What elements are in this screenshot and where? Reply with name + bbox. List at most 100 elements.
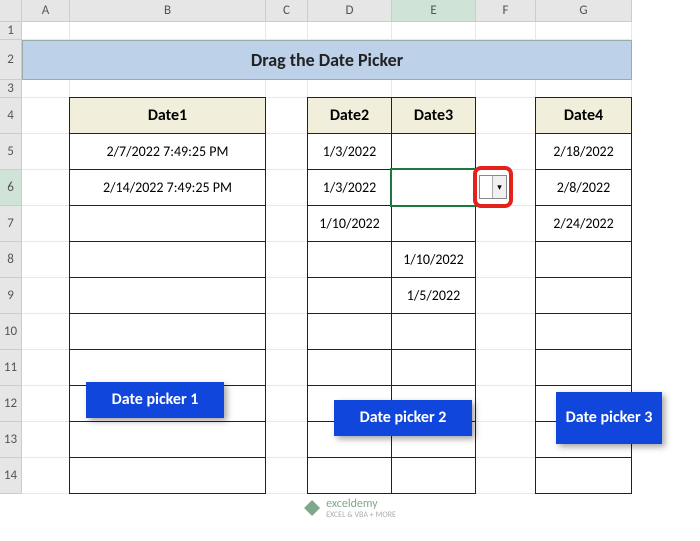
cell-B11[interactable] [69,349,266,386]
cell-F11[interactable] [476,350,536,386]
cell-D11[interactable] [307,349,392,386]
cell-A3[interactable] [22,80,70,98]
cell-C5[interactable] [266,134,308,170]
cell-A10[interactable] [22,314,70,350]
row-header-9[interactable]: 9 [0,278,22,314]
cell-F14[interactable] [476,458,536,494]
cell-F7[interactable] [476,206,536,242]
cell-A6[interactable] [22,170,70,206]
cell-G9[interactable] [535,277,632,314]
header-date1[interactable]: Date1 [69,97,266,134]
cell-A12[interactable] [22,386,70,422]
cell-B14[interactable] [69,457,266,494]
cell-F3[interactable] [476,80,536,98]
cell-A7[interactable] [22,206,70,242]
cell-B10[interactable] [69,313,266,350]
cell-A14[interactable] [22,458,70,494]
cell-B13[interactable] [69,421,266,458]
cell-B9[interactable] [69,277,266,314]
header-date4[interactable]: Date4 [535,97,632,134]
cell-A1[interactable] [22,22,70,40]
cell-E10[interactable] [391,313,476,350]
cell-E8[interactable]: 1/10/2022 [391,241,476,278]
cell-A8[interactable] [22,242,70,278]
cell-E9[interactable]: 1/5/2022 [391,277,476,314]
cell-C9[interactable] [266,278,308,314]
cell-F9[interactable] [476,278,536,314]
cell-C6[interactable] [266,170,308,206]
col-header-A[interactable]: A [22,0,70,22]
col-header-E[interactable]: E [392,0,476,22]
header-date2[interactable]: Date2 [307,97,392,134]
cell-C7[interactable] [266,206,308,242]
row-header-14[interactable]: 14 [0,458,22,494]
cell-E14[interactable] [391,457,476,494]
cell-D9[interactable] [307,277,392,314]
cell-B1[interactable] [70,22,266,40]
row-header-12[interactable]: 12 [0,386,22,422]
date-picker-dropdown-button[interactable]: ▾ [492,176,506,198]
cell-C1[interactable] [266,22,308,40]
cell-B5[interactable]: 2/7/2022 7:49:25 PM [69,133,266,170]
cell-E3[interactable] [392,80,476,98]
cell-F4[interactable] [476,98,536,134]
cell-C4[interactable] [266,98,308,134]
row-header-5[interactable]: 5 [0,134,22,170]
cell-D10[interactable] [307,313,392,350]
header-date3[interactable]: Date3 [391,97,476,134]
cell-F5[interactable] [476,134,536,170]
col-header-G[interactable]: G [536,0,632,22]
cell-E11[interactable] [391,349,476,386]
cell-D7[interactable]: 1/10/2022 [307,205,392,242]
cell-F12[interactable] [476,386,536,422]
cell-C3[interactable] [266,80,308,98]
cell-G7[interactable]: 2/24/2022 [535,205,632,242]
col-header-C[interactable]: C [266,0,308,22]
cell-C10[interactable] [266,314,308,350]
cell-C12[interactable] [266,386,308,422]
cell-G10[interactable] [535,313,632,350]
cell-A4[interactable] [22,98,70,134]
cell-A5[interactable] [22,134,70,170]
row-header-7[interactable]: 7 [0,206,22,242]
cell-F1[interactable] [476,22,536,40]
cell-F10[interactable] [476,314,536,350]
cell-B8[interactable] [69,241,266,278]
cell-G8[interactable] [535,241,632,278]
cell-G6[interactable]: 2/8/2022 [535,169,632,206]
cell-A13[interactable] [22,422,70,458]
cell-G3[interactable] [536,80,632,98]
row-header-10[interactable]: 10 [0,314,22,350]
row-header-1[interactable]: 1 [0,22,22,40]
cell-D14[interactable] [307,457,392,494]
cell-E1[interactable] [392,22,476,40]
row-header-2[interactable]: 2 [0,40,22,80]
row-header-6[interactable]: 6 [0,170,22,206]
cell-G14[interactable] [535,457,632,494]
cell-F13[interactable] [476,422,536,458]
cell-C11[interactable] [266,350,308,386]
col-header-B[interactable]: B [70,0,266,22]
cell-C13[interactable] [266,422,308,458]
cell-E7[interactable] [391,205,476,242]
cell-A9[interactable] [22,278,70,314]
cell-D6[interactable]: 1/3/2022 [307,169,392,206]
row-header-4[interactable]: 4 [0,98,22,134]
cell-G1[interactable] [536,22,632,40]
cell-G5[interactable]: 2/18/2022 [535,133,632,170]
cell-B7[interactable] [69,205,266,242]
row-header-13[interactable]: 13 [0,422,22,458]
cell-A11[interactable] [22,350,70,386]
cell-B3[interactable] [70,80,266,98]
row-header-11[interactable]: 11 [0,350,22,386]
cell-D3[interactable] [308,80,392,98]
date-picker-control[interactable]: ▾ [479,175,507,199]
cell-E6[interactable] [391,169,476,206]
col-header-D[interactable]: D [308,0,392,22]
row-header-3[interactable]: 3 [0,80,22,98]
cell-D5[interactable]: 1/3/2022 [307,133,392,170]
cell-D8[interactable] [307,241,392,278]
col-header-F[interactable]: F [476,0,536,22]
cell-D1[interactable] [308,22,392,40]
cell-G11[interactable] [535,349,632,386]
